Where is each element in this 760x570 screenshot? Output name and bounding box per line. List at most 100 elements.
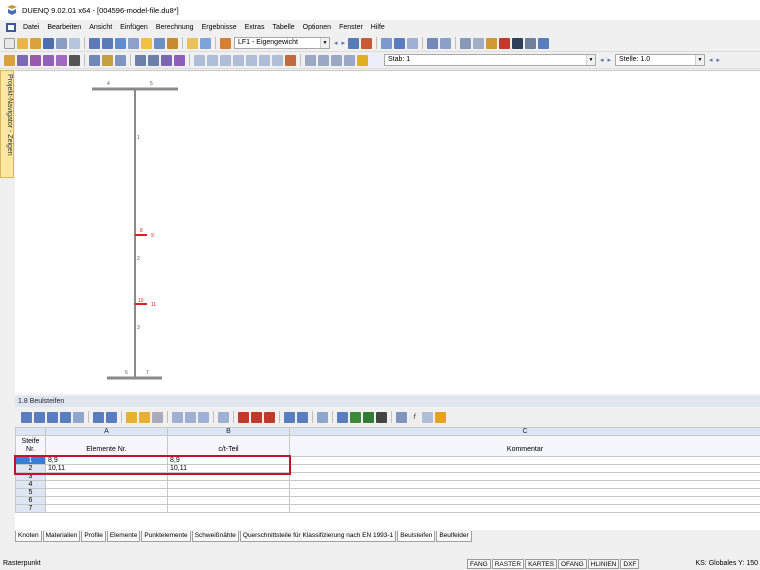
- search-icon[interactable]: [128, 37, 139, 49]
- next-loadcase-icon[interactable]: ▸: [342, 39, 346, 47]
- view-z-icon[interactable]: [220, 54, 231, 66]
- zoom-icon[interactable]: [285, 54, 296, 66]
- table-edit-icon[interactable]: [34, 411, 45, 423]
- cell-comment[interactable]: [289, 456, 760, 465]
- project-navigator-tab[interactable]: Projekt-Navigator - Zeigen: [0, 70, 14, 178]
- mesh-icon[interactable]: [135, 54, 146, 66]
- row-number[interactable]: 6: [15, 496, 46, 505]
- excel-import-icon[interactable]: [297, 411, 308, 423]
- table-rows-icon[interactable]: [93, 411, 104, 423]
- window-icon[interactable]: [525, 37, 537, 49]
- select-icon[interactable]: [440, 37, 452, 49]
- insert-row-icon[interactable]: [172, 411, 183, 423]
- cell-comment[interactable]: [289, 464, 760, 473]
- fang-toggle[interactable]: FANG: [467, 558, 491, 569]
- cell-ct-part[interactable]: [167, 488, 290, 497]
- hlinien-toggle[interactable]: HLINIEN: [587, 558, 620, 569]
- edit-icon[interactable]: [115, 37, 126, 49]
- show-results-icon[interactable]: [348, 37, 360, 49]
- frame-icon[interactable]: [344, 54, 355, 66]
- location-select[interactable]: Stelle: 1.0 ▼: [615, 54, 706, 66]
- menu-berechnung[interactable]: Berechnung: [152, 24, 198, 31]
- cell-elements[interactable]: [45, 496, 168, 505]
- menu-ansicht[interactable]: Ansicht: [85, 24, 116, 31]
- pointer-icon[interactable]: [4, 54, 15, 66]
- colors-icon[interactable]: [357, 54, 368, 66]
- row-number[interactable]: 5: [15, 488, 46, 497]
- model-canvas[interactable]: 4 5 1 8 9 2 10 11 3 6 7: [15, 70, 760, 394]
- remove-icon[interactable]: [264, 411, 275, 423]
- section-icon[interactable]: [460, 37, 472, 49]
- menu-fenster[interactable]: Fenster: [335, 24, 367, 31]
- cell-ct-part[interactable]: [167, 496, 290, 505]
- cell-ct-part[interactable]: [167, 504, 290, 513]
- new-file-icon[interactable]: [4, 37, 15, 49]
- menu-extras[interactable]: Extras: [241, 24, 269, 31]
- menu-ergebnisse[interactable]: Ergebnisse: [198, 24, 241, 31]
- formula-icon[interactable]: f: [409, 411, 420, 423]
- table-row[interactable]: 4: [15, 480, 760, 489]
- table-cols-icon[interactable]: [106, 411, 117, 423]
- cut-icon[interactable]: [251, 411, 262, 423]
- cell-comment[interactable]: [289, 496, 760, 505]
- hinge-icon[interactable]: [56, 54, 67, 66]
- chart-icon[interactable]: [317, 411, 328, 423]
- percent-icon[interactable]: [422, 411, 433, 423]
- tab-punktelemente[interactable]: Punktelemente: [141, 531, 191, 542]
- column-letter-a[interactable]: A: [45, 427, 168, 436]
- settings-gear-icon[interactable]: [512, 37, 524, 49]
- document-icon[interactable]: [5, 22, 17, 33]
- dimension-icon[interactable]: [174, 54, 185, 66]
- view-iso-icon[interactable]: [233, 54, 244, 66]
- table-row[interactable]: 5: [15, 488, 760, 497]
- print-preview-icon[interactable]: [69, 37, 80, 49]
- diagram-icon[interactable]: [381, 37, 393, 49]
- view-y-icon[interactable]: [207, 54, 218, 66]
- profile-icon[interactable]: [69, 54, 80, 66]
- save-icon[interactable]: [43, 37, 54, 49]
- text-icon[interactable]: [435, 411, 446, 423]
- calculate-icon[interactable]: [141, 37, 152, 49]
- kartes-toggle[interactable]: KARTES: [525, 558, 557, 569]
- tab-elemente[interactable]: Elemente: [106, 531, 141, 542]
- row-number[interactable]: 7: [15, 504, 46, 513]
- undo-icon[interactable]: [89, 37, 100, 49]
- select-all-icon[interactable]: [218, 411, 229, 423]
- next-member-icon[interactable]: ▸: [608, 56, 612, 64]
- menu-optionen[interactable]: Optionen: [299, 24, 335, 31]
- view-x-icon[interactable]: [194, 54, 205, 66]
- pan-icon[interactable]: [318, 54, 329, 66]
- view-top-icon[interactable]: [272, 54, 283, 66]
- ofang-toggle[interactable]: OFANG: [557, 558, 587, 569]
- cell-comment[interactable]: [289, 472, 760, 481]
- menu-hilfe[interactable]: Hilfe: [367, 24, 389, 31]
- menu-bearbeiten[interactable]: Bearbeiten: [43, 24, 85, 31]
- render-icon[interactable]: [161, 54, 172, 66]
- prev-loadcase-icon[interactable]: ◂: [334, 39, 338, 47]
- results-icon[interactable]: [154, 37, 165, 49]
- table-split-icon[interactable]: [73, 411, 84, 423]
- print-icon[interactable]: [56, 37, 67, 49]
- check-icon[interactable]: [350, 411, 361, 423]
- member-select[interactable]: Stab: 1 ▼: [384, 54, 596, 66]
- table-filter-icon[interactable]: [47, 411, 58, 423]
- prev-location-icon[interactable]: ◂: [709, 56, 713, 64]
- prev-member-icon[interactable]: ◂: [600, 56, 604, 64]
- view-icon[interactable]: [376, 411, 387, 423]
- member-icon[interactable]: [89, 54, 100, 66]
- function-icon[interactable]: [396, 411, 407, 423]
- measure-icon[interactable]: [473, 37, 485, 49]
- tab-materialien[interactable]: Materialien: [42, 531, 81, 542]
- table-row[interactable]: 6: [15, 496, 760, 505]
- cell-comment[interactable]: [289, 504, 760, 513]
- surface-icon[interactable]: [102, 54, 113, 66]
- view-front-icon[interactable]: [246, 54, 257, 66]
- menu-tabelle[interactable]: Tabelle: [268, 24, 298, 31]
- member-select-icon[interactable]: [370, 54, 381, 66]
- cell-elements[interactable]: [45, 480, 168, 489]
- load-case-icon[interactable]: [220, 37, 231, 49]
- tab-beulfelder[interactable]: Beulfelder: [436, 531, 472, 542]
- delete-icon[interactable]: [499, 37, 511, 49]
- delete-row-icon[interactable]: [185, 411, 196, 423]
- table-sort-icon[interactable]: [60, 411, 71, 423]
